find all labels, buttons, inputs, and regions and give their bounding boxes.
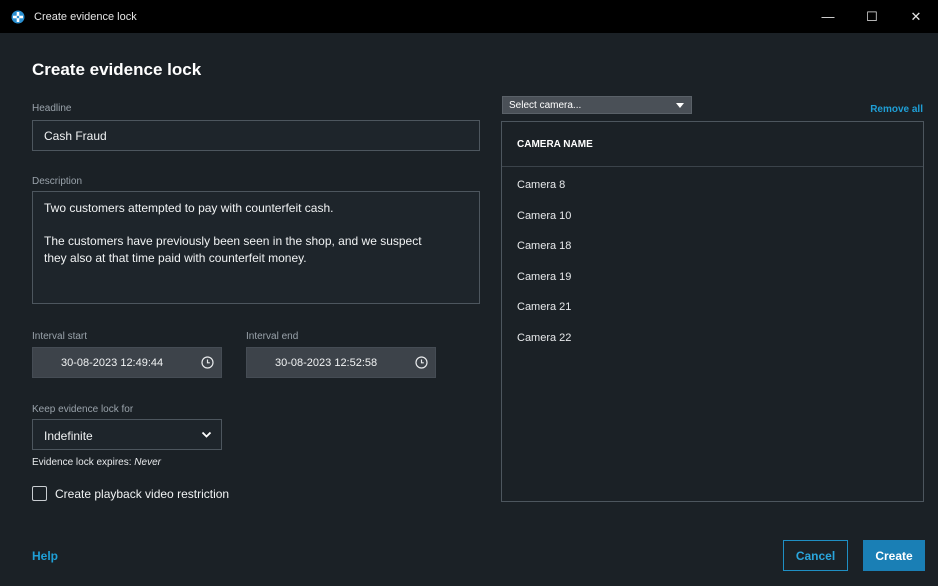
headline-input[interactable]: Cash Fraud — [32, 120, 480, 151]
maximize-button[interactable]: ☐ — [850, 0, 894, 33]
window-controls: — ☐ ✕ — [806, 0, 938, 33]
camera-list-item[interactable]: Camera 10 — [502, 209, 923, 240]
camera-list-item[interactable]: Camera 8 — [502, 178, 923, 209]
description-line: The customers have previously been seen … — [44, 234, 422, 248]
interval-end-picker[interactable]: 30-08-2023 12:52:58 — [246, 347, 436, 378]
interval-start-label: Interval start — [32, 331, 88, 342]
maximize-icon: ☐ — [866, 8, 878, 24]
description-textarea[interactable]: Two customers attempted to pay with coun… — [32, 191, 480, 304]
minimize-button[interactable]: — — [806, 0, 850, 33]
cancel-button[interactable]: Cancel — [783, 540, 848, 571]
keep-lock-dropdown[interactable]: Indefinite — [32, 419, 222, 450]
interval-start-picker[interactable]: 30-08-2023 12:49:44 — [32, 347, 222, 378]
chevron-down-icon — [201, 429, 212, 440]
keep-lock-label: Keep evidence lock for — [32, 404, 134, 415]
caret-down-icon — [676, 103, 684, 108]
headline-label: Headline — [32, 103, 72, 114]
interval-start-value: 30-08-2023 12:49:44 — [61, 357, 164, 369]
minimize-icon: — — [821, 9, 835, 24]
close-icon: ✕ — [910, 8, 922, 24]
description-line: Two customers attempted to pay with coun… — [44, 201, 334, 215]
clock-icon[interactable] — [415, 356, 428, 369]
playback-restriction-option[interactable]: Create playback video restriction — [32, 486, 229, 501]
keep-lock-value: Indefinite — [44, 429, 93, 443]
description-label: Description — [32, 176, 83, 187]
camera-list-panel: CAMERA NAME Camera 8 Camera 10 Camera 18… — [501, 121, 924, 502]
dialog-title: Create evidence lock — [32, 60, 202, 79]
description-line: they also at that time paid with counter… — [44, 251, 307, 265]
camera-list-item[interactable]: Camera 21 — [502, 300, 923, 331]
camera-list: Camera 8 Camera 10 Camera 18 Camera 19 C… — [502, 167, 923, 362]
interval-end-label: Interval end — [246, 331, 299, 342]
close-window-button[interactable]: ✕ — [894, 0, 938, 33]
create-button[interactable]: Create — [863, 540, 925, 571]
window-title: Create evidence lock — [34, 10, 137, 23]
title-bar: Create evidence lock — ☐ ✕ — [0, 0, 938, 33]
camera-select-placeholder: Select camera... — [509, 100, 582, 111]
playback-restriction-label[interactable]: Create playback video restriction — [55, 487, 229, 501]
help-link[interactable]: Help — [32, 549, 58, 563]
app-logo-icon — [11, 10, 25, 24]
camera-name-column-header: CAMERA NAME — [502, 122, 923, 167]
camera-list-item[interactable]: Camera 22 — [502, 331, 923, 362]
playback-restriction-checkbox[interactable] — [32, 486, 47, 501]
expiry-prefix: Evidence lock expires: — [32, 457, 132, 468]
camera-list-item[interactable]: Camera 18 — [502, 239, 923, 270]
expiry-info: Evidence lock expires: Never — [32, 457, 161, 468]
camera-select-dropdown[interactable]: Select camera... — [502, 96, 692, 114]
remove-all-link[interactable]: Remove all — [870, 104, 923, 115]
expiry-value: Never — [134, 457, 161, 468]
camera-list-item[interactable]: Camera 19 — [502, 270, 923, 301]
interval-end-value: 30-08-2023 12:52:58 — [275, 357, 378, 369]
clock-icon[interactable] — [201, 356, 214, 369]
description-blank-line — [44, 217, 468, 233]
